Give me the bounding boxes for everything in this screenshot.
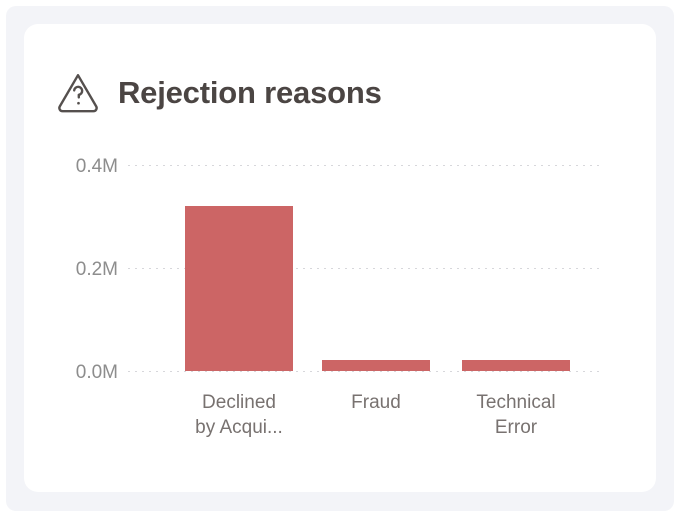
bar-fraud[interactable] <box>322 360 430 371</box>
y-tick-label-0.4M: 0.4M <box>75 156 118 177</box>
x-label-line-1: Technical <box>476 392 556 413</box>
bar-chart[interactable]: 0.4M 0.2M 0.0M Declined by Acqui... Frau… <box>24 24 656 492</box>
y-axis: 0.4M 0.2M 0.0M <box>24 24 118 492</box>
rejection-reasons-card[interactable]: Rejection reasons 0.4M 0.2M 0.0M Decline… <box>24 24 656 492</box>
x-label-line-2: by Acqui... <box>195 417 283 438</box>
gridline-0.4M <box>128 165 601 166</box>
x-label-fraud: Fraud <box>316 390 436 415</box>
x-label-line-2: Error <box>494 417 538 438</box>
bar-technical-error[interactable] <box>462 360 570 371</box>
x-label-line-1: Fraud <box>351 392 401 413</box>
gridline-0.0M <box>128 371 601 372</box>
x-label-technical-error: Technical Error <box>456 390 576 440</box>
y-tick-label-0.2M: 0.2M <box>75 259 118 280</box>
y-tick-label-0.0M: 0.0M <box>75 362 118 383</box>
x-label-line-1: Declined <box>202 392 276 413</box>
bar-declined-by-acquirer[interactable] <box>185 206 293 371</box>
x-label-declined-by-acquirer: Declined by Acqui... <box>179 390 299 440</box>
screenshot-root: Rejection reasons 0.4M 0.2M 0.0M Decline… <box>0 0 682 520</box>
